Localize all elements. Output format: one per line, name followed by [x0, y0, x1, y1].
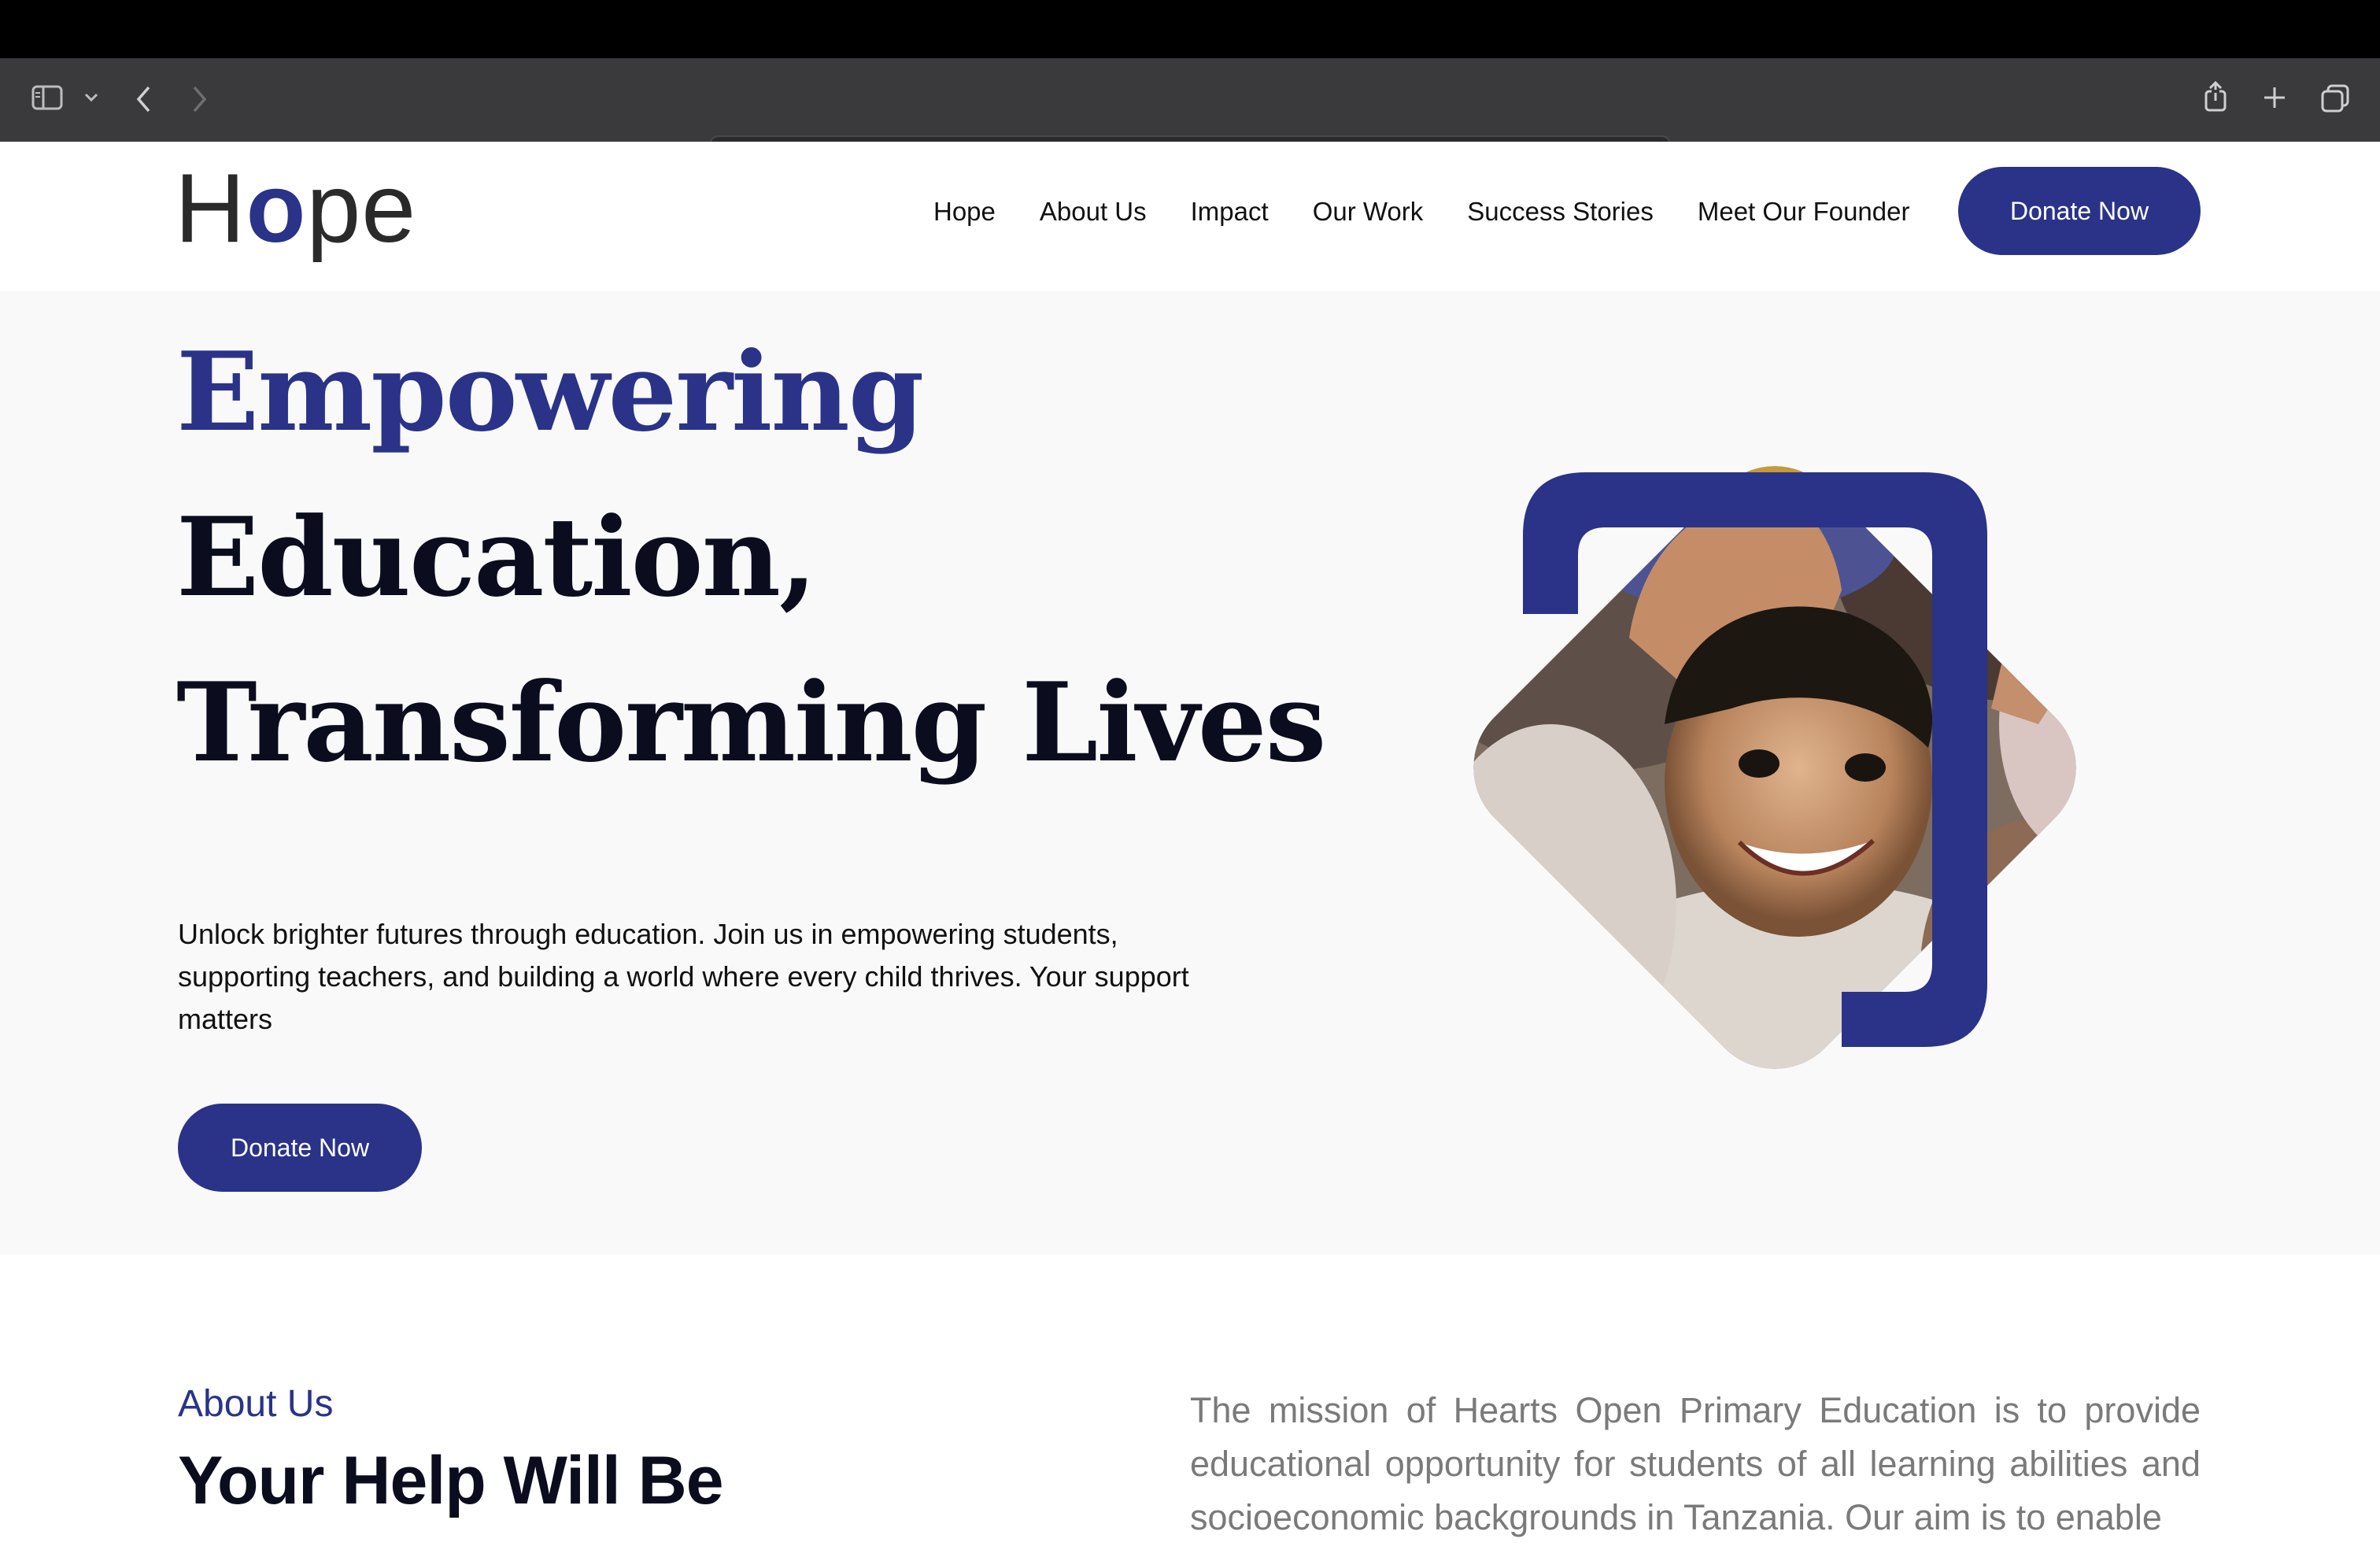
hero-heading-line-3: Transforming Lives: [176, 658, 1326, 786]
nav-link-hope[interactable]: Hope: [933, 197, 996, 244]
hero-heading-line-1: Empowering: [176, 327, 924, 456]
hero-section: Empowering Education, Transforming Lives…: [0, 291, 2380, 1255]
nav-link-success-stories[interactable]: Success Stories: [1467, 197, 1654, 244]
chevron-down-icon[interactable]: [83, 91, 99, 108]
logo[interactable]: Hope: [175, 153, 416, 264]
logo-o: o: [246, 154, 307, 263]
tab-overview-icon[interactable]: [2320, 83, 2350, 117]
browser-toolbar: localhost: [0, 58, 2380, 178]
forward-icon[interactable]: [189, 83, 209, 119]
mission-text: The mission of Hearts Open Primary Educa…: [1190, 1390, 2201, 1537]
about-section-title: Your Help Will Be: [178, 1443, 724, 1518]
nav-link-our-work[interactable]: Our Work: [1313, 197, 1424, 244]
site-header: Hope Hope About Us Impact Our Work Succe…: [0, 142, 2380, 291]
share-icon[interactable]: [2202, 80, 2229, 117]
header-donate-button[interactable]: Donate Now: [1958, 167, 2201, 255]
back-icon[interactable]: [134, 83, 154, 119]
nav-link-impact[interactable]: Impact: [1191, 197, 1269, 244]
hero-image: [1362, 354, 2188, 1181]
new-tab-icon[interactable]: [2262, 85, 2287, 114]
about-section-label: About Us: [178, 1383, 334, 1425]
main-nav: Hope About Us Impact Our Work Success St…: [933, 197, 1909, 244]
logo-rest: pe: [306, 154, 417, 263]
nav-link-about-us[interactable]: About Us: [1040, 197, 1147, 244]
hero-donate-button[interactable]: Donate Now: [178, 1104, 422, 1192]
menu-bar-area: [0, 0, 2380, 58]
logo-h: H: [175, 154, 246, 263]
web-page: Hope Hope About Us Impact Our Work Succe…: [0, 142, 2380, 1546]
nav-link-meet-our-founder[interactable]: Meet Our Founder: [1698, 197, 1910, 244]
hero-heading-line-2: Education,: [176, 493, 817, 621]
sidebar-toggle-icon[interactable]: [31, 85, 63, 114]
hero-description: Unlock brighter futures through educatio…: [178, 918, 1189, 1035]
